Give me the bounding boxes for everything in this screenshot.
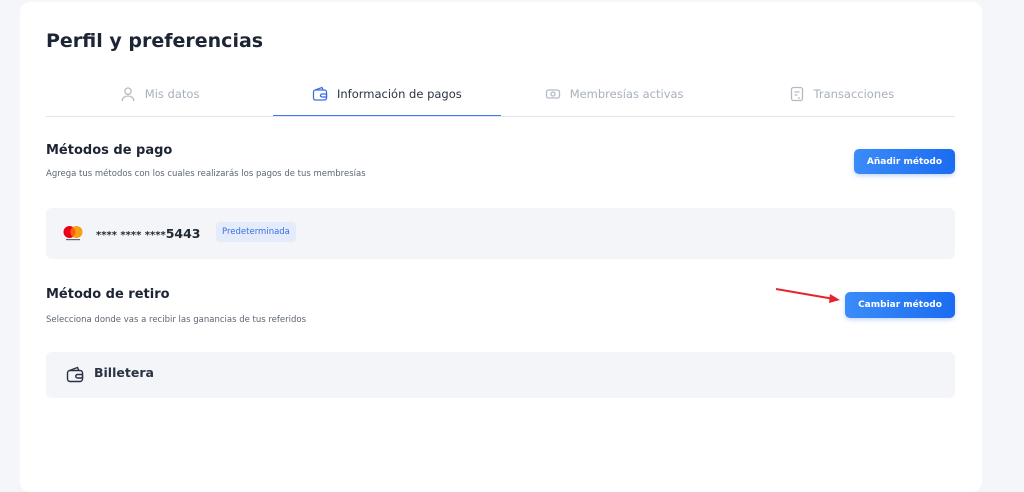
wallet-icon [66,366,84,388]
tab-informacion-de-pagos[interactable]: Información de pagos [273,74,501,116]
withdrawal-title: Método de retiro [46,287,170,302]
tab-membresias-activas[interactable]: Membresías activas [501,74,728,114]
wallet-icon [312,86,328,102]
tab-mis-datos[interactable]: Mis datos [46,74,273,114]
payment-card[interactable]: **** **** ****5443 Predeterminada [46,208,955,259]
default-badge: Predeterminada [216,222,296,242]
withdrawal-method-card[interactable]: Billetera [46,352,955,398]
payment-methods-description: Agrega tus métodos con los cuales realiz… [46,169,366,179]
user-icon [120,86,136,102]
document-icon [789,86,805,102]
main-panel: Perfil y preferencias Mis datos Informac… [20,2,982,492]
tab-label: Información de pagos [337,87,462,101]
tab-label: Transacciones [813,87,895,101]
tab-transacciones[interactable]: Transacciones [728,74,955,114]
tab-bar: Mis datos Información de pagos Membresía… [46,74,955,117]
card-number: **** **** ****5443 [96,226,201,241]
tab-label: Membresías activas [569,87,684,101]
annotation-arrow-icon [774,286,844,308]
mastercard-icon [62,225,84,245]
add-method-button[interactable]: Añadir método [854,149,955,174]
card-last4: 5443 [165,226,201,241]
withdrawal-method-label: Billetera [94,365,154,380]
tab-label: Mis datos [144,87,200,101]
payment-methods-title: Métodos de pago [46,143,173,158]
page-title: Perfil y preferencias [46,30,264,52]
withdrawal-description: Selecciona donde vas a recibir las ganan… [46,315,307,325]
card-number-masked: **** **** **** [96,230,166,241]
change-method-button[interactable]: Cambiar método [845,292,955,318]
ticket-icon [545,86,561,102]
